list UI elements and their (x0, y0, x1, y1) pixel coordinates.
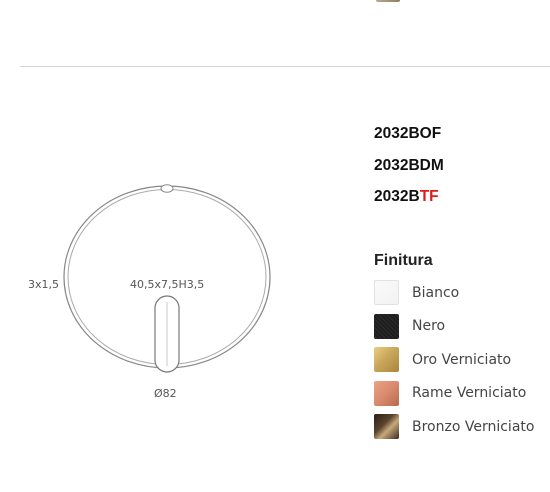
product-code-1: 2032BOF (374, 125, 442, 142)
finish-label: Rame Verniciato (412, 385, 527, 402)
finish-label: Bianco (412, 284, 460, 301)
white-swatch-icon[interactable] (374, 280, 399, 306)
finish-option-bronzo-verniciato[interactable]: Bronzo Verniciato (374, 410, 534, 444)
copper-swatch-icon[interactable] (374, 380, 399, 406)
finish-option-oro-verniciato[interactable]: Oro Verniciato (374, 343, 534, 377)
dimension-handle-label: 40,5x7,5H3,5 (130, 278, 204, 291)
product-code-3-suffix: TF (419, 188, 439, 205)
finish-option-rame-verniciato[interactable]: Rame Verniciato (374, 377, 534, 411)
product-codes: 2032BOF 2032BDM 2032BTF (374, 124, 444, 219)
product-code-2: 2032BDM (374, 156, 444, 174)
finish-label: Bronzo Verniciato (412, 418, 535, 435)
finish-options-list: Bianco Nero Oro Verniciato Rame Vernicia… (374, 276, 534, 444)
finish-option-bianco[interactable]: Bianco (374, 276, 534, 310)
ring-drawing-svg: 3x1,5 40,5x7,5H3,5 Ø82 (28, 184, 271, 400)
section-divider (20, 66, 550, 67)
finitura-heading: Finitura (374, 252, 433, 269)
product-code-3: 2032BTF (374, 187, 444, 219)
dimension-thickness-label: 3x1,5 (28, 278, 59, 291)
bronze-swatch-icon[interactable] (374, 414, 399, 440)
dimension-diameter-label: Ø82 (154, 387, 177, 400)
finish-label: Nero (412, 318, 446, 335)
finish-label: Oro Verniciato (412, 351, 512, 368)
finish-option-nero[interactable]: Nero (374, 310, 534, 344)
black-swatch-icon[interactable] (374, 313, 399, 339)
previous-finish-swatch[interactable] (376, 0, 400, 2)
product-code-3-prefix: 2032B (374, 188, 420, 205)
ring-top-knob (160, 184, 174, 193)
gold-swatch-icon[interactable] (374, 347, 399, 373)
technical-drawing: 3x1,5 40,5x7,5H3,5 Ø82 (0, 150, 340, 420)
